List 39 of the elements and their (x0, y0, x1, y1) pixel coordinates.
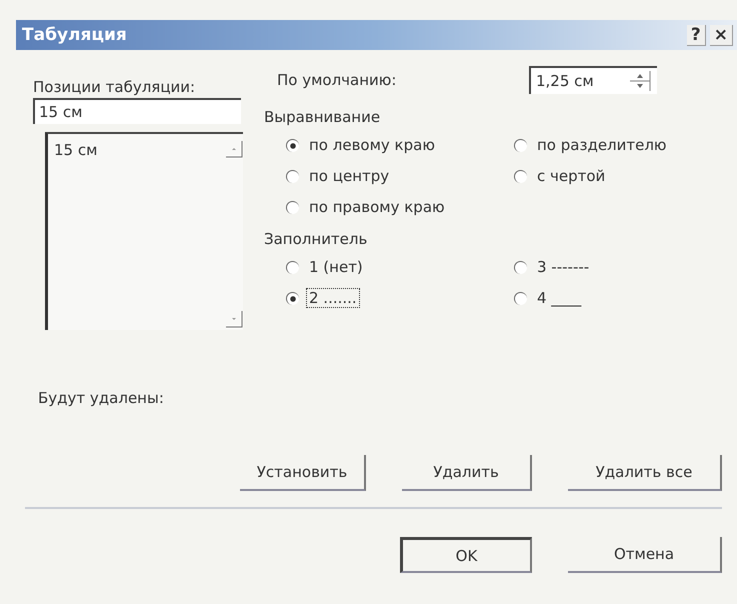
radio-button[interactable] (286, 260, 299, 274)
radio-button[interactable] (286, 170, 299, 182)
radio-label[interactable]: 1 (нет) (307, 258, 365, 276)
radio-button[interactable] (514, 138, 527, 152)
list-box[interactable]: 15 см (45, 132, 243, 330)
list-item[interactable]: 15 см (54, 141, 98, 159)
radio-label[interactable]: по разделителю (535, 136, 669, 154)
radio-button[interactable] (514, 292, 527, 304)
window-title: Табуляция (22, 25, 127, 45)
radio-button[interactable] (286, 292, 299, 304)
group-label: Выравнивание (264, 108, 382, 126)
group-label: Заполнитель (264, 230, 368, 248)
spin-field[interactable]: 1,25 см (529, 66, 657, 94)
close-button[interactable]: × (710, 24, 733, 46)
action-button[interactable]: Установить (240, 455, 366, 491)
radio-button[interactable] (514, 170, 527, 182)
scroll-up-icon[interactable] (225, 140, 243, 158)
action-button[interactable]: Удалить (402, 455, 532, 491)
cancel-button[interactable]: Отмена (568, 537, 722, 573)
field-label: По умолчанию: (277, 71, 396, 89)
input-field[interactable]: 15 см (33, 98, 241, 124)
radio-label[interactable]: по центру (307, 167, 392, 185)
action-button[interactable]: Удалить все (568, 455, 722, 491)
ok-button[interactable]: OK (400, 537, 532, 573)
radio-label[interactable]: 4 ____ (535, 289, 584, 307)
scroll-down-icon[interactable] (225, 310, 243, 328)
radio-label[interactable]: 2 ....... (307, 289, 359, 307)
radio-label[interactable]: с чертой (535, 167, 608, 185)
spinner-arrows-icon[interactable] (628, 70, 652, 92)
field-label: Позиции табуляции: (33, 78, 196, 96)
help-button[interactable]: ? (686, 24, 706, 46)
spin-field[interactable]: 1,25 см (534, 71, 628, 91)
cleared-label: Будут удалены: (38, 389, 164, 407)
radio-label[interactable]: по левому краю (307, 136, 437, 154)
radio-label[interactable]: 3 ------- (535, 258, 592, 276)
radio-button[interactable] (286, 138, 299, 152)
radio-button[interactable] (514, 260, 527, 274)
radio-button[interactable] (286, 200, 299, 214)
radio-label[interactable]: по правому краю (307, 198, 447, 216)
